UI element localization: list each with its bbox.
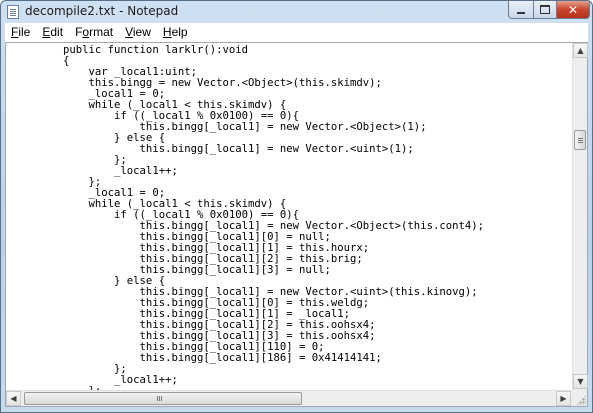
- scroll-up-button[interactable]: ▲: [573, 43, 588, 58]
- scroll-right-button[interactable]: ▶: [556, 391, 571, 406]
- scroll-left-button[interactable]: ◀: [6, 391, 21, 406]
- menu-file[interactable]: File: [5, 23, 36, 42]
- minimize-icon: [517, 11, 525, 14]
- menu-file-label: ile: [18, 25, 31, 39]
- menu-view-label: iew: [132, 25, 151, 39]
- menu-help[interactable]: Help: [157, 23, 194, 42]
- maximize-button[interactable]: [533, 1, 557, 19]
- vertical-scroll-thumb[interactable]: [574, 130, 586, 150]
- window-title: decompile2.txt - Notepad: [25, 4, 179, 18]
- text-editor[interactable]: public function larklr():void { var _loc…: [5, 42, 588, 407]
- menu-bar: File Edit Format View Help: [5, 23, 588, 43]
- resize-grip-icon[interactable]: [576, 395, 586, 405]
- horizontal-scroll-thumb[interactable]: [24, 392, 302, 405]
- close-icon: ✕: [567, 2, 579, 17]
- scroll-down-button[interactable]: ▼: [573, 374, 588, 389]
- title-bar[interactable]: decompile2.txt - Notepad ✕: [1, 1, 592, 23]
- horizontal-scrollbar[interactable]: ◀ ▶: [6, 390, 572, 406]
- up-arrow-icon: ▲: [577, 45, 584, 55]
- menu-help-label: elp: [171, 25, 188, 39]
- vertical-scrollbar[interactable]: ▲ ▼: [572, 43, 588, 390]
- notepad-icon: [7, 5, 19, 19]
- maximize-icon: [540, 5, 550, 14]
- scrollbar-corner: [572, 390, 587, 406]
- menu-edit[interactable]: Edit: [36, 23, 69, 42]
- left-arrow-icon: ◀: [10, 393, 17, 403]
- menu-view-accel: V: [125, 25, 133, 39]
- right-arrow-icon: ▶: [560, 393, 567, 403]
- down-arrow-icon: ▼: [577, 376, 584, 386]
- menu-format-label: rmat: [89, 25, 114, 39]
- menu-edit-label: dit: [50, 25, 64, 39]
- menu-view[interactable]: View: [119, 23, 157, 42]
- minimize-button[interactable]: [508, 1, 534, 19]
- close-button[interactable]: ✕: [556, 1, 590, 19]
- menu-format[interactable]: Format: [69, 23, 119, 42]
- notepad-window: decompile2.txt - Notepad ✕ File Edit For…: [0, 0, 593, 413]
- text-area[interactable]: public function larklr():void { var _loc…: [6, 43, 573, 391]
- menu-help-accel: H: [162, 25, 172, 39]
